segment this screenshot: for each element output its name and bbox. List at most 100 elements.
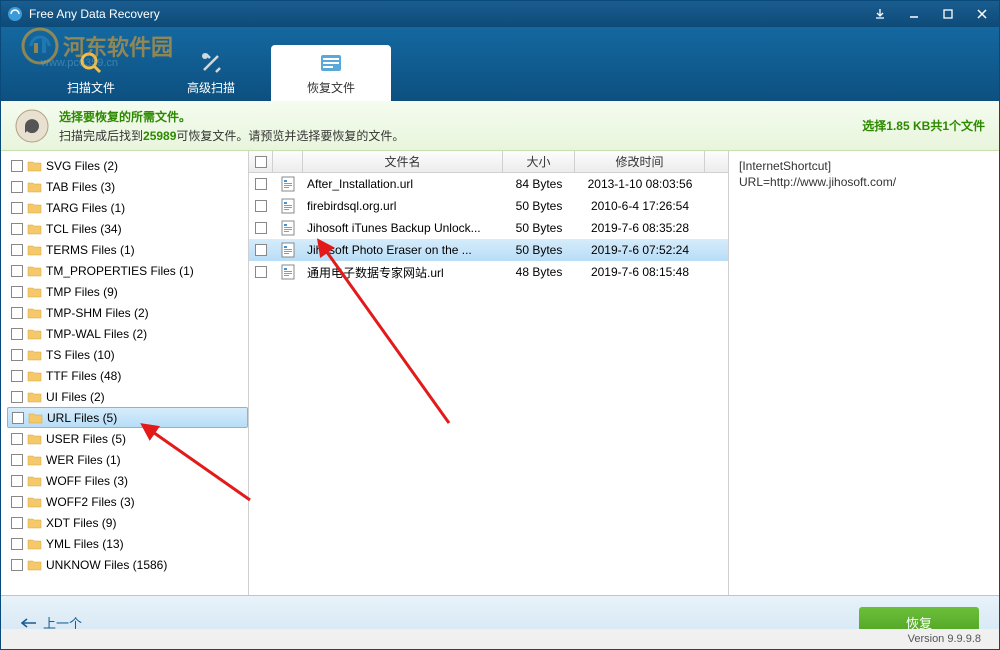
minimize-button[interactable] — [897, 1, 931, 27]
category-label: TM_PROPERTIES Files (1) — [46, 264, 194, 278]
category-checkbox[interactable] — [11, 475, 23, 487]
category-checkbox[interactable] — [11, 454, 23, 466]
sidebar-item[interactable]: TM_PROPERTIES Files (1) — [7, 260, 248, 281]
header-date[interactable]: 修改时间 — [575, 151, 705, 172]
row-checkbox[interactable] — [255, 222, 267, 234]
category-label: UI Files (2) — [46, 390, 105, 404]
select-all-checkbox[interactable] — [255, 156, 267, 168]
row-checkbox[interactable] — [255, 244, 267, 256]
category-checkbox[interactable] — [11, 265, 23, 277]
category-checkbox[interactable] — [11, 517, 23, 529]
download-button[interactable] — [863, 1, 897, 27]
sidebar-item[interactable]: TERMS Files (1) — [7, 239, 248, 260]
header-name[interactable]: 文件名 — [303, 151, 503, 172]
info-badge-icon — [15, 109, 49, 143]
category-label: TCL Files (34) — [46, 222, 122, 236]
header-icon-cell — [273, 151, 303, 172]
sidebar-item[interactable]: WER Files (1) — [7, 449, 248, 470]
row-checkbox[interactable] — [255, 178, 267, 190]
scan-icon — [78, 50, 104, 76]
category-checkbox[interactable] — [11, 370, 23, 382]
category-label: SVG Files (2) — [46, 159, 118, 173]
file-date: 2010-6-4 17:26:54 — [575, 199, 705, 213]
table-row[interactable]: Jihosoft iTunes Backup Unlock...50 Bytes… — [249, 217, 728, 239]
tab-label: 恢复文件 — [307, 79, 355, 96]
sidebar-item[interactable]: WOFF2 Files (3) — [7, 491, 248, 512]
titlebar: Free Any Data Recovery — [1, 1, 999, 27]
category-checkbox[interactable] — [11, 286, 23, 298]
category-checkbox[interactable] — [11, 223, 23, 235]
sidebar-item[interactable]: TAB Files (3) — [7, 176, 248, 197]
category-label: TMP-SHM Files (2) — [46, 306, 149, 320]
folder-icon — [27, 327, 42, 340]
sidebar-item[interactable]: XDT Files (9) — [7, 512, 248, 533]
category-checkbox[interactable] — [11, 202, 23, 214]
selection-summary: 选择1.85 KB共1个文件 — [862, 117, 985, 134]
file-name: firebirdsql.org.url — [303, 199, 503, 213]
sidebar-item[interactable]: TARG Files (1) — [7, 197, 248, 218]
category-checkbox[interactable] — [11, 328, 23, 340]
category-label: TAB Files (3) — [46, 180, 115, 194]
header-checkbox-cell[interactable] — [249, 151, 273, 172]
category-checkbox[interactable] — [12, 412, 24, 424]
category-checkbox[interactable] — [11, 559, 23, 571]
file-name: Jihosoft Photo Eraser on the ... — [303, 243, 503, 257]
tab-label: 扫描文件 — [67, 79, 115, 96]
sidebar-item[interactable]: UI Files (2) — [7, 386, 248, 407]
sidebar-item[interactable]: USER Files (5) — [7, 428, 248, 449]
category-checkbox[interactable] — [11, 181, 23, 193]
sidebar-item[interactable]: TCL Files (34) — [7, 218, 248, 239]
category-label: WER Files (1) — [46, 453, 121, 467]
maximize-button[interactable] — [931, 1, 965, 27]
folder-icon — [27, 243, 42, 256]
sidebar-item[interactable]: TTF Files (48) — [7, 365, 248, 386]
category-checkbox[interactable] — [11, 160, 23, 172]
window-title: Free Any Data Recovery — [29, 7, 863, 21]
category-sidebar[interactable]: SVG Files (2) TAB Files (3) TARG Files (1)… — [1, 151, 249, 595]
sidebar-item[interactable]: YML Files (13) — [7, 533, 248, 554]
file-size: 50 Bytes — [503, 243, 575, 257]
sidebar-item[interactable]: TS Files (10) — [7, 344, 248, 365]
category-checkbox[interactable] — [11, 244, 23, 256]
category-checkbox[interactable] — [11, 391, 23, 403]
folder-icon — [27, 369, 42, 382]
table-row[interactable]: 通用电子数据专家网站.url48 Bytes2019-7-6 08:15:48 — [249, 261, 728, 283]
folder-icon — [27, 558, 42, 571]
category-checkbox[interactable] — [11, 433, 23, 445]
sidebar-item[interactable]: URL Files (5) — [7, 407, 248, 428]
tab-scan-files[interactable]: 扫描文件 — [31, 45, 151, 101]
tab-advanced-scan[interactable]: 高级扫描 — [151, 45, 271, 101]
sidebar-item[interactable]: UNKNOW Files (1586) — [7, 554, 248, 575]
sidebar-item[interactable]: TMP-WAL Files (2) — [7, 323, 248, 344]
category-checkbox[interactable] — [11, 538, 23, 550]
category-checkbox[interactable] — [11, 349, 23, 361]
row-checkbox[interactable] — [255, 266, 267, 278]
arrow-left-icon — [21, 618, 37, 628]
table-row[interactable]: firebirdsql.org.url50 Bytes2010-6-4 17:2… — [249, 195, 728, 217]
grid-body[interactable]: After_Installation.url84 Bytes2013-1-10 … — [249, 173, 728, 595]
close-button[interactable] — [965, 1, 999, 27]
header-size[interactable]: 大小 — [503, 151, 575, 172]
sidebar-item[interactable]: SVG Files (2) — [7, 155, 248, 176]
preview-line: URL=http://www.jihosoft.com/ — [739, 175, 989, 189]
url-file-icon — [280, 220, 296, 236]
category-label: TERMS Files (1) — [46, 243, 135, 257]
file-name: Jihosoft iTunes Backup Unlock... — [303, 221, 503, 235]
table-row[interactable]: After_Installation.url84 Bytes2013-1-10 … — [249, 173, 728, 195]
sidebar-item[interactable]: TMP Files (9) — [7, 281, 248, 302]
row-checkbox[interactable] — [255, 200, 267, 212]
category-label: WOFF2 Files (3) — [46, 495, 135, 509]
sidebar-item[interactable]: WOFF Files (3) — [7, 470, 248, 491]
category-checkbox[interactable] — [11, 307, 23, 319]
sidebar-item[interactable]: TMP-SHM Files (2) — [7, 302, 248, 323]
tab-recover-files[interactable]: 恢复文件 — [271, 45, 391, 101]
file-date: 2019-7-6 08:35:28 — [575, 221, 705, 235]
table-row[interactable]: Jihosoft Photo Eraser on the ...50 Bytes… — [249, 239, 728, 261]
url-file-icon — [280, 198, 296, 214]
category-label: YML Files (13) — [46, 537, 124, 551]
file-size: 84 Bytes — [503, 177, 575, 191]
file-date: 2013-1-10 08:03:56 — [575, 177, 705, 191]
category-label: TMP Files (9) — [46, 285, 118, 299]
category-checkbox[interactable] — [11, 496, 23, 508]
file-size: 48 Bytes — [503, 265, 575, 279]
